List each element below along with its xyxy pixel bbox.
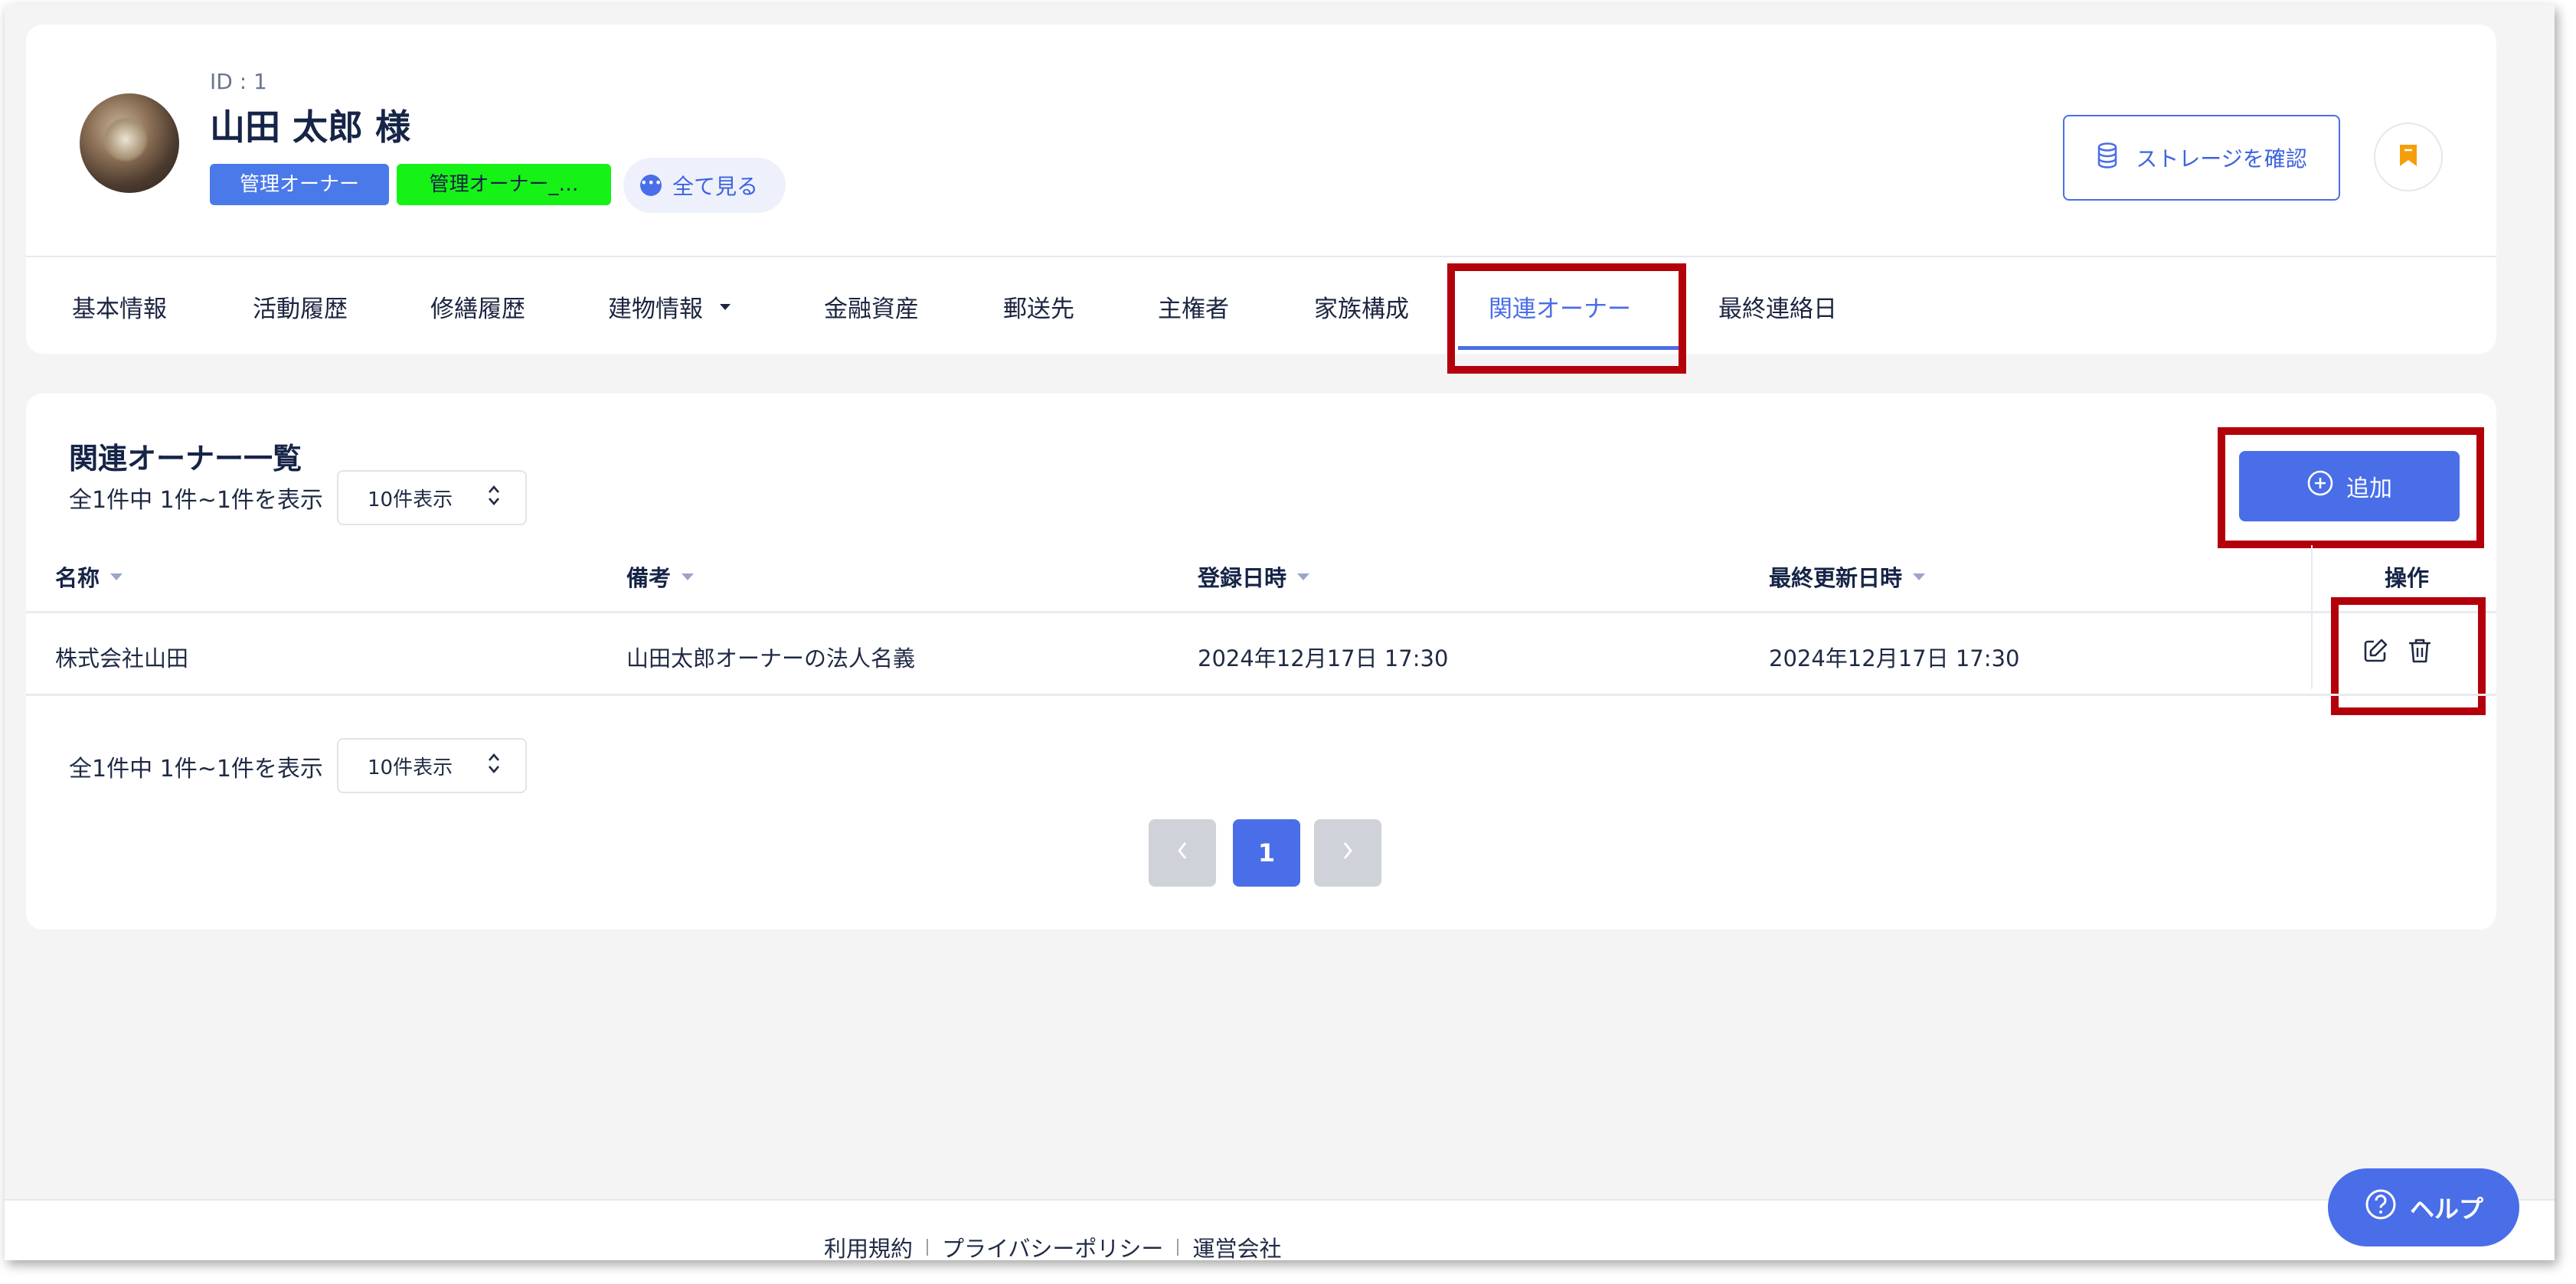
check-storage-label: ストレージを確認 — [2136, 146, 2307, 172]
cell-updated: 2024年12月17日 17:30 — [1769, 645, 2020, 671]
sort-caret-icon — [110, 573, 123, 580]
page-1-button[interactable]: 1 — [1233, 819, 1300, 887]
tab-financial-assets[interactable]: 金融資産 — [824, 289, 919, 324]
owner-header-card: ID : 1 山田 太郎 様 管理オーナー 管理オーナー_… ••• 全て見る … — [26, 25, 2496, 374]
tab-sovereign[interactable]: 主権者 — [1158, 289, 1229, 324]
result-count-top: 全1件中 1件~1件を表示 — [69, 487, 323, 514]
tab-building-info-label: 建物情報 — [608, 296, 703, 323]
see-all-tags-button[interactable]: ••• 全て見る — [623, 158, 786, 213]
owner-id: ID : 1 — [210, 69, 267, 94]
footer-link-privacy[interactable]: プライバシーポリシー — [942, 1231, 1163, 1260]
bookmark-button[interactable] — [2374, 123, 2443, 191]
question-circle-icon — [2364, 1188, 2398, 1227]
col-note-header[interactable]: 備考 — [626, 560, 695, 593]
highlight-actions-box — [2331, 597, 2486, 715]
row-divider — [26, 694, 2496, 696]
footer-links: 利用規約 プライバシーポリシー 運営会社 — [824, 1231, 1281, 1260]
footer-separator — [927, 1239, 929, 1256]
prev-page-button[interactable] — [1149, 819, 1216, 887]
col-note-label: 備考 — [626, 565, 672, 591]
see-all-label: 全て見る — [672, 174, 759, 199]
col-updated-label: 最終更新日時 — [1769, 565, 1903, 591]
col-actions-label: 操作 — [2385, 565, 2430, 591]
avatar — [80, 93, 179, 193]
tab-mailing-address[interactable]: 郵送先 — [1003, 289, 1074, 324]
sort-caret-icon — [1297, 573, 1310, 580]
result-count-bottom: 全1件中 1件~1件を表示 — [69, 756, 323, 782]
list-title: 関連オーナー一覧 — [69, 442, 302, 475]
tag-owner-2: 管理オーナー_… — [397, 164, 611, 205]
footer-link-terms[interactable]: 利用規約 — [824, 1231, 913, 1260]
sort-caret-icon — [682, 573, 695, 580]
help-label: ヘルプ — [2409, 1194, 2483, 1224]
highlight-add-box — [2218, 427, 2484, 548]
cell-note: 山田太郎オーナーの法人名義 — [626, 645, 916, 671]
tab-building-info[interactable]: 建物情報 — [608, 289, 731, 324]
col-name-label: 名称 — [55, 565, 100, 591]
header-divider — [26, 611, 2496, 613]
footer-separator — [1177, 1239, 1179, 1256]
actions-column-separator — [2311, 545, 2313, 689]
caret-down-icon — [720, 303, 731, 310]
col-name-header[interactable]: 名称 — [55, 560, 123, 593]
next-page-button[interactable] — [1314, 819, 1381, 887]
cell-created: 2024年12月17日 17:30 — [1198, 645, 1449, 671]
tabs-divider — [26, 256, 2496, 257]
chevron-left-icon — [1175, 838, 1190, 867]
per-page-value: 10件表示 — [368, 756, 453, 779]
highlight-tab-box — [1447, 263, 1686, 374]
per-page-select-bottom[interactable]: 10件表示 — [337, 738, 527, 793]
chevron-right-icon — [1340, 838, 1355, 867]
tab-family[interactable]: 家族構成 — [1314, 289, 1409, 324]
per-page-value: 10件表示 — [368, 488, 453, 511]
col-actions-header: 操作 — [2385, 560, 2429, 593]
tab-activity-history[interactable]: 活動履歴 — [253, 289, 348, 324]
owner-name: 山田 太郎 様 — [210, 106, 411, 148]
footer-link-company[interactable]: 運営会社 — [1192, 1231, 1281, 1260]
col-updated-header[interactable]: 最終更新日時 — [1769, 560, 1926, 593]
help-button[interactable]: ヘルプ — [2328, 1168, 2519, 1246]
tag-owner: 管理オーナー — [210, 164, 389, 205]
more-dots-icon: ••• — [640, 175, 662, 196]
tab-last-contact[interactable]: 最終連絡日 — [1718, 289, 1837, 324]
app-frame: ID : 1 山田 太郎 様 管理オーナー 管理オーナー_… ••• 全て見る … — [5, 5, 2555, 1260]
related-owners-card: 関連オーナー一覧 全1件中 1件~1件を表示 10件表示 追加 名称 備考 登録… — [26, 394, 2496, 930]
footer: 利用規約 プライバシーポリシー 運営会社 — [5, 1199, 2555, 1260]
updown-icon — [487, 752, 501, 780]
updown-icon — [487, 484, 501, 512]
per-page-select-top[interactable]: 10件表示 — [337, 470, 527, 525]
col-created-label: 登録日時 — [1198, 565, 1287, 591]
database-icon — [2096, 142, 2119, 174]
cell-name: 株式会社山田 — [55, 645, 189, 671]
sort-caret-icon — [1913, 573, 1926, 580]
check-storage-button[interactable]: ストレージを確認 — [2063, 115, 2340, 201]
tab-repair-history[interactable]: 修繕履歴 — [430, 289, 525, 324]
bookmark-icon — [2398, 143, 2418, 171]
col-created-header[interactable]: 登録日時 — [1198, 560, 1310, 593]
tab-basic-info[interactable]: 基本情報 — [72, 289, 167, 324]
